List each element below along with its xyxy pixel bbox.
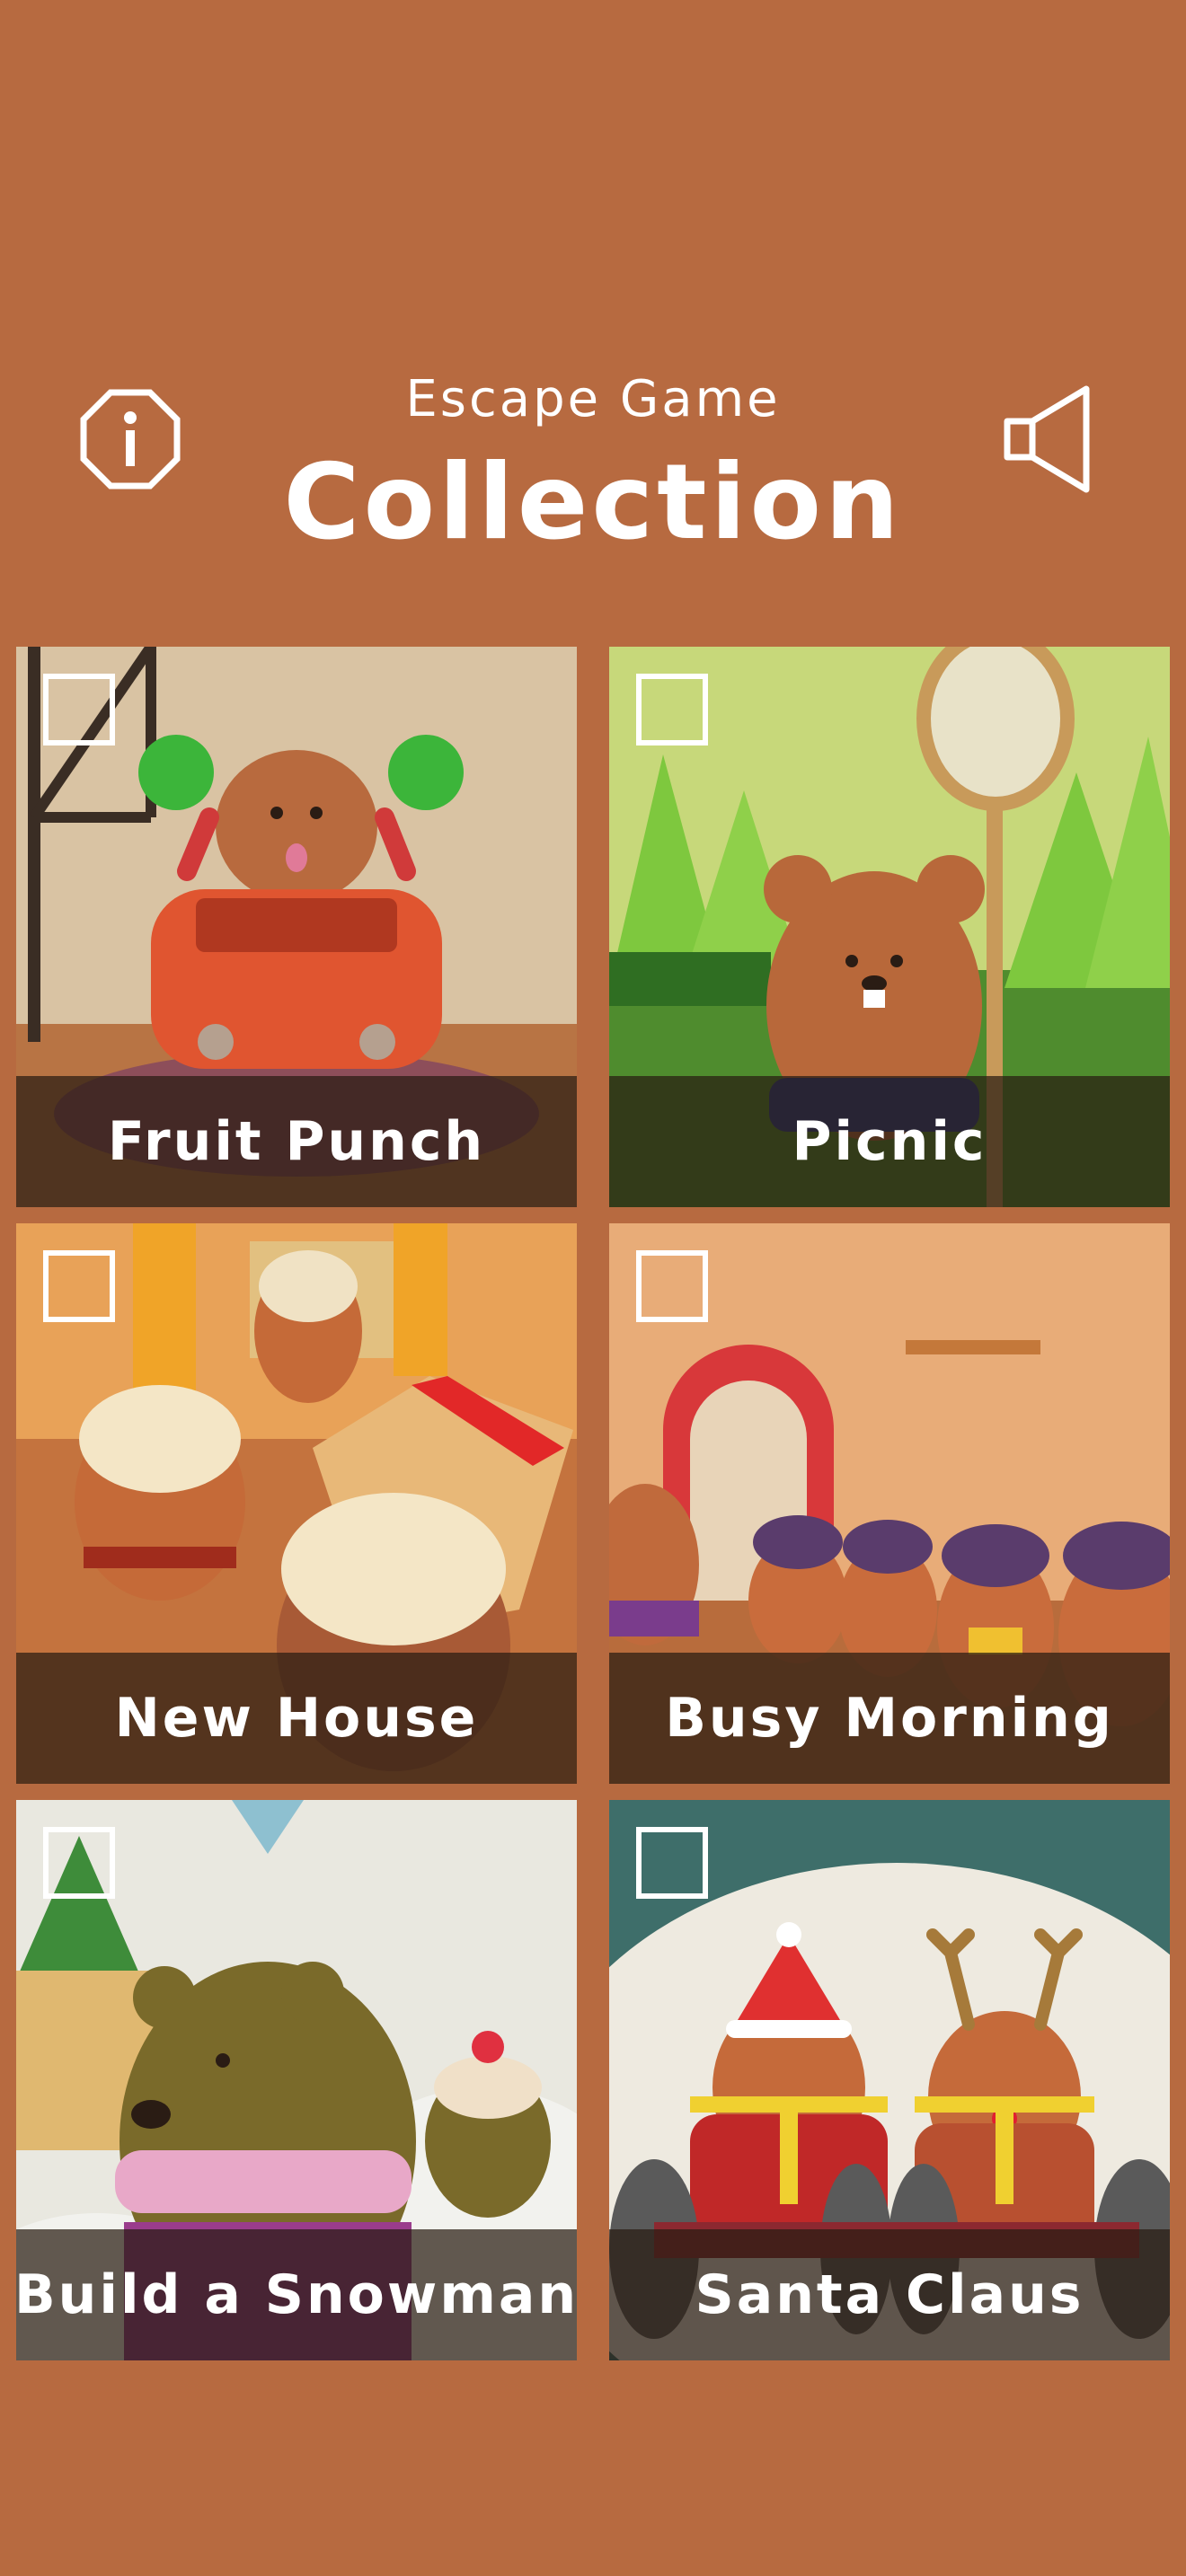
game-title: New House [114, 1687, 479, 1750]
completion-checkbox[interactable] [43, 1827, 115, 1899]
game-card-new-house[interactable]: New House [16, 1223, 577, 1784]
completion-checkbox[interactable] [636, 1827, 708, 1899]
speaker-icon [1004, 385, 1090, 493]
game-card-busy-morning[interactable]: Busy Morning [609, 1223, 1170, 1784]
completion-checkbox[interactable] [43, 1250, 115, 1322]
game-label-bar: Busy Morning [609, 1653, 1170, 1784]
game-title: Busy Morning [665, 1687, 1114, 1750]
game-label-bar: Picnic [609, 1076, 1170, 1207]
completion-checkbox[interactable] [636, 1250, 708, 1322]
game-card-build-a-snowman[interactable]: Build a Snowman [16, 1800, 577, 2360]
game-title: Santa Claus [695, 2263, 1084, 2326]
game-card-picnic[interactable]: Picnic [609, 647, 1170, 1207]
game-title: Fruit Punch [107, 1110, 486, 1173]
game-label-bar: Fruit Punch [16, 1076, 577, 1207]
game-card-fruit-punch[interactable]: Fruit Punch [16, 647, 577, 1207]
sound-button[interactable] [996, 381, 1112, 498]
game-title: Build a Snowman [16, 2263, 577, 2326]
completion-checkbox[interactable] [43, 674, 115, 745]
header: Escape Game Collection [0, 0, 1186, 629]
game-title: Picnic [792, 1110, 987, 1173]
game-card-santa-claus[interactable]: Santa Claus [609, 1800, 1170, 2360]
completion-checkbox[interactable] [636, 674, 708, 745]
game-label-bar: Build a Snowman [16, 2229, 577, 2360]
game-label-bar: New House [16, 1653, 577, 1784]
game-label-bar: Santa Claus [609, 2229, 1170, 2360]
